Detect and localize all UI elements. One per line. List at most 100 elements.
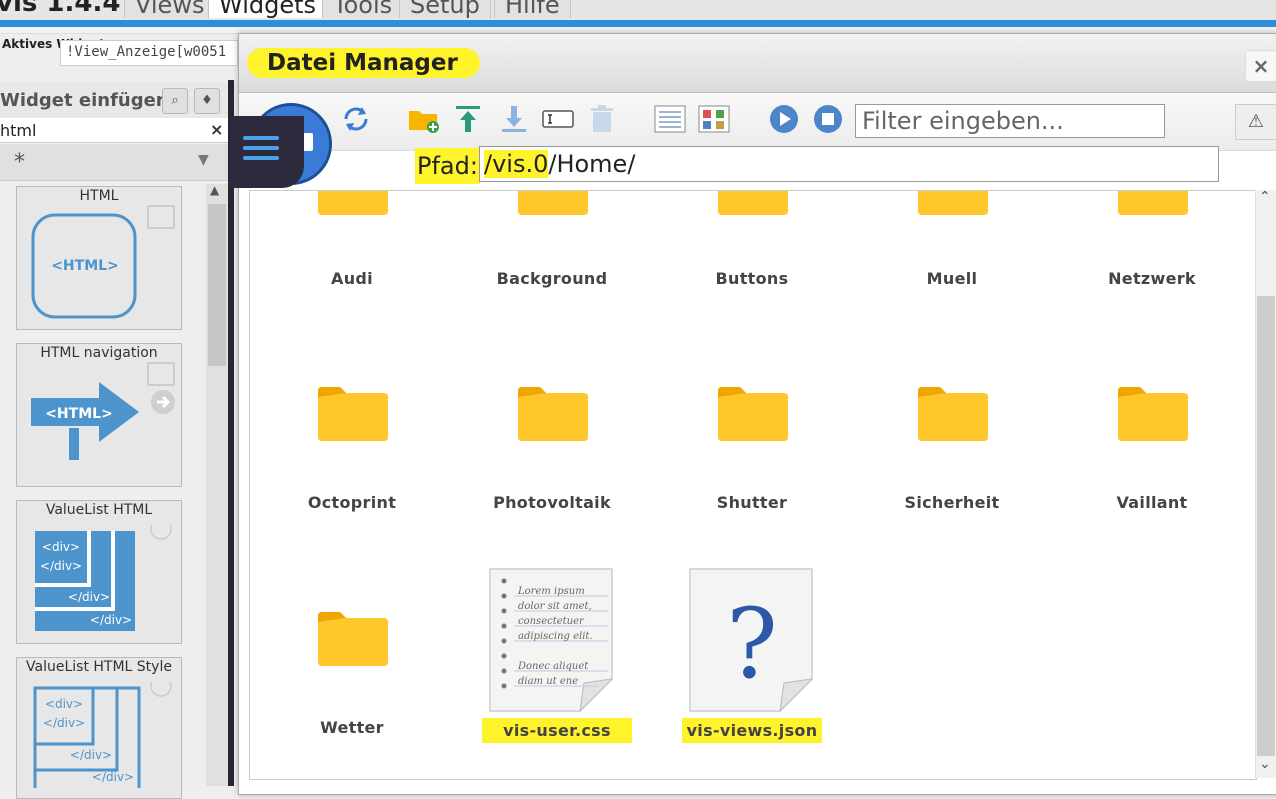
html-rounded-box-icon: <HTML> [31, 213, 137, 319]
folder-item[interactable]: Vaillant [1052, 387, 1252, 517]
path-rest: /Home/ [548, 150, 636, 178]
download-icon[interactable] [497, 102, 531, 136]
hamburger-icon [243, 156, 279, 160]
folder-icon [718, 387, 788, 441]
chevron-down-icon: ▼ [198, 152, 209, 168]
path-row: Pfad: /vis.0/Home/ [239, 146, 1276, 190]
rename-icon[interactable] [541, 102, 575, 136]
tab-setup[interactable]: Setup [399, 0, 491, 19]
widget-card-html[interactable]: HTML <HTML> [16, 186, 182, 330]
folder-item[interactable]: Buttons [652, 191, 852, 291]
palette-filter-value: html [0, 121, 37, 140]
palette-tag-icon[interactable]: ♦ [194, 88, 220, 114]
folder-icon [918, 387, 988, 441]
scroll-down-icon[interactable]: ⌄ [1259, 756, 1271, 772]
tab-widgets[interactable]: Widgets [208, 0, 328, 19]
play-icon[interactable] [767, 102, 801, 136]
folder-icon [518, 387, 588, 441]
div-nested-outline-icon: <div> </div> </div> </div> [33, 682, 172, 788]
folder-icon [1118, 191, 1188, 215]
file-item-css[interactable]: Lorem ipsum dolor sit amet, consectetuer… [452, 567, 652, 747]
widget-card-title: ValueList HTML Style [26, 659, 172, 675]
upload-icon[interactable] [451, 102, 485, 136]
palette-scrollbar-thumb[interactable] [208, 204, 226, 366]
folder-name: Photovoltaik [493, 493, 611, 512]
tab-tools[interactable]: Tools [322, 0, 404, 19]
warning-icon[interactable]: ⚠ [1235, 104, 1276, 140]
file-grid: Audi Background Buttons Muell Netzwerk O… [249, 190, 1257, 780]
scroll-up-icon[interactable]: ⌃ [1259, 189, 1271, 205]
dialog-titlebar[interactable]: Datei Manager × [239, 34, 1276, 93]
folder-item[interactable]: Background [452, 191, 652, 291]
widget-card-valuelist-html[interactable]: ValueList HTML <div> </div> </div> </div… [16, 500, 182, 644]
active-widget-field[interactable]: !View_Anzeige[w0051 [60, 40, 238, 66]
file-item-json[interactable]: ? vis-views.json [652, 567, 852, 747]
folder-icon [318, 191, 388, 215]
folder-icon [318, 612, 388, 666]
tab-hilfe[interactable]: Hilfe [494, 0, 571, 19]
folder-name: Netzwerk [1108, 269, 1196, 288]
file-name: vis-views.json [682, 718, 822, 743]
folder-icon [1118, 387, 1188, 441]
svg-text:Lorem ipsum: Lorem ipsum [517, 586, 585, 597]
folder-name: Octoprint [307, 493, 397, 512]
html-icon-label: <HTML> [51, 258, 119, 274]
svg-text:consectetuer: consectetuer [518, 616, 585, 627]
folder-item[interactable]: Shutter [652, 387, 852, 517]
folder-item[interactable]: Photovoltaik [452, 387, 652, 517]
file-filter-input[interactable] [855, 104, 1165, 138]
stop-icon[interactable] [811, 102, 845, 136]
new-folder-icon[interactable] [407, 102, 441, 136]
folder-name: Muell [926, 269, 978, 288]
list-view-icon[interactable] [653, 102, 687, 136]
table-view-icon[interactable] [697, 102, 731, 136]
widget-card-title: ValueList HTML [45, 502, 153, 518]
html-nav-icon-label: <HTML> [45, 406, 113, 422]
svg-text:<div>: <div> [42, 540, 80, 554]
palette-search-icon[interactable]: ⌕ [162, 88, 188, 114]
tab-views[interactable]: Views [124, 0, 216, 19]
folder-name: Audi [331, 269, 373, 288]
file-grid-scrollbar-thumb[interactable] [1257, 296, 1275, 756]
delete-icon[interactable] [585, 102, 619, 136]
folder-icon [718, 191, 788, 215]
folder-name: Shutter [716, 493, 788, 512]
widget-card-title: HTML [79, 188, 119, 204]
folder-item[interactable]: Sicherheit [852, 387, 1052, 517]
scroll-up-icon[interactable]: ▲ [210, 183, 219, 197]
floating-action-notch [303, 133, 313, 151]
menu-accent-bar [0, 20, 1276, 27]
dialog-title: Datei Manager [247, 48, 480, 78]
folder-item[interactable]: Octoprint [252, 387, 452, 517]
folder-item[interactable]: Wetter [252, 612, 452, 742]
folder-item[interactable]: Muell [852, 191, 1052, 291]
svg-text:</div>: </div> [43, 716, 85, 730]
folder-item[interactable]: Netzwerk [1052, 191, 1252, 291]
unknown-file-icon: ? [689, 568, 814, 713]
svg-text:dolor sit amet,: dolor sit amet, [518, 601, 592, 612]
folder-item[interactable]: Audi [252, 191, 452, 291]
widget-card-valuelist-html-style[interactable]: ValueList HTML Style <div> </div> </div>… [16, 657, 182, 799]
svg-text:</div>: </div> [68, 590, 110, 604]
close-icon[interactable]: × [1245, 50, 1276, 82]
palette-group-value: * [14, 150, 25, 175]
file-name: vis-user.css [482, 718, 632, 743]
folder-icon [918, 191, 988, 215]
svg-text:</div>: </div> [70, 748, 112, 762]
folder-name: Buttons [715, 269, 789, 288]
widget-card-html-navigation[interactable]: HTML navigation <HTML> [16, 343, 182, 487]
path-input[interactable]: /vis.0/Home/ [479, 146, 1219, 182]
palette-filter-clear-icon[interactable]: × [210, 120, 223, 139]
file-manager-dialog: Datei Manager × Filter eingeben... ⚠ Pfa… [238, 33, 1276, 795]
path-highlight: /vis.0 [484, 150, 549, 178]
hamburger-icon [243, 146, 279, 150]
hamburger-menu-button[interactable] [230, 116, 304, 188]
hamburger-icon [243, 136, 279, 140]
folder-name: Wetter [320, 718, 384, 737]
text-document-icon: Lorem ipsum dolor sit amet, consectetuer… [489, 568, 614, 713]
path-label: Pfad: [415, 148, 480, 184]
svg-text:diam ut ene: diam ut ene [518, 676, 578, 687]
folder-icon [518, 191, 588, 215]
svg-text:</div>: </div> [92, 770, 134, 784]
refresh-icon[interactable] [339, 102, 373, 136]
